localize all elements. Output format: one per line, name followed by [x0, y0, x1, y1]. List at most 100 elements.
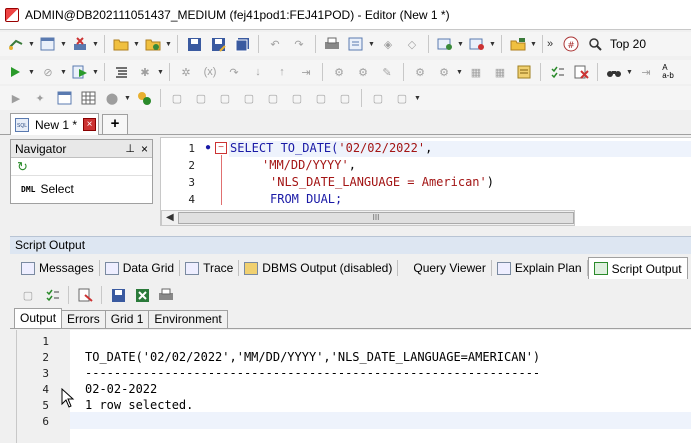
checklist-icon[interactable] [548, 63, 566, 81]
open-folder-icon[interactable] [112, 35, 130, 53]
sql-worksheet-icon[interactable] [39, 35, 57, 53]
step-into-icon[interactable]: ↓ [249, 63, 267, 81]
debug-run-icon[interactable]: ▶ [7, 89, 25, 107]
code-outline-icon[interactable] [135, 89, 153, 107]
compile-icon[interactable]: ✱ [136, 63, 154, 81]
chevron-down-icon[interactable]: ▼ [457, 41, 464, 48]
refresh-grid-icon[interactable]: ▦ [491, 63, 509, 81]
chevron-down-icon[interactable]: ▼ [133, 41, 140, 48]
chevron-down-icon[interactable]: ▼ [60, 69, 67, 76]
refresh-icon[interactable]: ↻ [11, 158, 152, 176]
sql-history-icon[interactable] [347, 35, 365, 53]
tool-j-icon[interactable]: ▢ [393, 89, 411, 107]
clear-icon[interactable]: ▦ [467, 63, 485, 81]
tool-c-icon[interactable]: ▢ [216, 89, 234, 107]
chevron-down-icon[interactable]: ▼ [414, 95, 421, 102]
watch-icon[interactable]: ⚙ [354, 63, 372, 81]
tool-a-icon[interactable]: ▢ [168, 89, 186, 107]
chevron-down-icon[interactable]: ▼ [368, 41, 375, 48]
tab-trace[interactable]: Trace [180, 257, 238, 279]
fold-toggle-icon[interactable]: − [215, 142, 227, 154]
tool-g-icon[interactable]: ▢ [312, 89, 330, 107]
tool-e-icon[interactable]: ▢ [264, 89, 282, 107]
resume-icon[interactable]: ⚙ [435, 63, 453, 81]
run-script-icon[interactable] [71, 63, 89, 81]
excel-export-icon[interactable] [133, 286, 151, 304]
cancel-icon[interactable]: ⊘ [39, 63, 57, 81]
record-icon[interactable]: ⬤ [103, 89, 121, 107]
tool-h-icon[interactable]: ▢ [336, 89, 354, 107]
overflow-chevron-icon[interactable]: » [547, 38, 557, 50]
tab-data-grid[interactable]: Data Grid [100, 257, 179, 279]
to-upper-icon[interactable]: Aa-b [661, 63, 675, 81]
find-icon[interactable] [605, 63, 623, 81]
tool-d-icon[interactable]: ▢ [240, 89, 258, 107]
profiler-icon[interactable]: ✎ [378, 63, 396, 81]
tuning-advisor-icon[interactable] [509, 35, 527, 53]
tab-environment[interactable]: Environment [148, 310, 228, 328]
tab-dbms-output[interactable]: DBMS Output (disabled) [239, 257, 397, 279]
close-tab-icon[interactable]: × [83, 118, 97, 131]
tab-query-viewer[interactable]: Query Viewer [398, 257, 490, 279]
code-line-1[interactable]: SELECT TO_DATE('02/02/2022', [230, 141, 432, 155]
grid-icon[interactable] [79, 89, 97, 107]
connection-icon[interactable] [7, 35, 25, 53]
save-output-icon[interactable] [109, 286, 127, 304]
script-output-text[interactable]: 1 2 3 4 5 6 TO_DATE('02/02/2022','MM/DD/… [16, 330, 691, 443]
run-statement-icon[interactable] [7, 63, 25, 81]
debug-step-icon[interactable]: ✦ [31, 89, 49, 107]
chevron-down-icon[interactable]: ▼ [456, 69, 463, 76]
pin-output-icon[interactable]: ▢ [19, 286, 37, 304]
horizontal-scrollbar[interactable]: ◀ III [161, 210, 575, 226]
print-icon[interactable] [157, 286, 175, 304]
chevron-down-icon[interactable]: ▼ [626, 69, 633, 76]
autotrace-icon[interactable] [468, 35, 486, 53]
rollback-icon[interactable]: ◇ [403, 35, 421, 53]
snippets-icon[interactable] [515, 63, 533, 81]
tool-f-icon[interactable]: ▢ [288, 89, 306, 107]
chevron-down-icon[interactable]: ▼ [28, 41, 35, 48]
format-icon[interactable] [112, 63, 130, 81]
tab-grid-1[interactable]: Grid 1 [104, 310, 150, 328]
tab-messages[interactable]: Messages [16, 257, 99, 279]
chevron-down-icon[interactable]: ▼ [157, 69, 164, 76]
step-to-end-icon[interactable]: ⇥ [297, 63, 315, 81]
tab-new-1[interactable]: SQL New 1 * × [10, 113, 99, 135]
explain-plan-icon[interactable] [436, 35, 454, 53]
pin-icon[interactable]: ⊥ [125, 142, 135, 155]
redo-icon[interactable]: ↷ [290, 35, 308, 53]
navigator-item-select[interactable]: DML Select [11, 182, 152, 196]
search-icon[interactable] [586, 35, 604, 53]
tab-script-output[interactable]: Script Output [587, 257, 688, 279]
chevron-down-icon[interactable]: ▼ [124, 95, 131, 102]
code-line-2[interactable]: 'MM/DD/YYYY', [262, 158, 356, 172]
step-over-icon[interactable]: ↷ [225, 63, 243, 81]
print-icon[interactable] [323, 35, 341, 53]
chevron-down-icon[interactable]: ▼ [165, 41, 172, 48]
terminate-icon[interactable]: ⚙ [411, 63, 429, 81]
open-recent-icon[interactable] [144, 35, 162, 53]
checklist-icon[interactable] [43, 286, 61, 304]
top-n-icon[interactable]: # [562, 35, 580, 53]
clear-editor-icon[interactable] [572, 63, 590, 81]
unshared-worksheet-icon[interactable] [71, 35, 89, 53]
variables-icon[interactable]: (x) [201, 63, 219, 81]
tab-errors[interactable]: Errors [61, 310, 106, 328]
code-line-3[interactable]: 'NLS_DATE_LANGUAGE = American') [270, 175, 494, 189]
undo-icon[interactable]: ↶ [266, 35, 284, 53]
save-as-icon[interactable] [209, 35, 227, 53]
calendar-icon[interactable] [55, 89, 73, 107]
chevron-down-icon[interactable]: ▼ [28, 69, 35, 76]
chevron-down-icon[interactable]: ▼ [530, 41, 537, 48]
breakpoint-icon[interactable]: ⚙ [330, 63, 348, 81]
tab-output[interactable]: Output [14, 308, 63, 328]
step-out-icon[interactable]: ↑ [273, 63, 291, 81]
tool-i-icon[interactable]: ▢ [369, 89, 387, 107]
chevron-down-icon[interactable]: ▼ [60, 41, 67, 48]
clear-output-icon[interactable] [76, 286, 94, 304]
scroll-left-icon[interactable]: ◀ [166, 212, 174, 223]
next-match-icon[interactable]: ⇥ [637, 63, 655, 81]
close-icon[interactable]: × [141, 142, 148, 156]
top-n-label[interactable]: Top 20 [610, 37, 646, 51]
sql-editor[interactable]: 1 2 3 4 ● − SELECT TO_DATE('02/02/2022',… [160, 137, 691, 226]
